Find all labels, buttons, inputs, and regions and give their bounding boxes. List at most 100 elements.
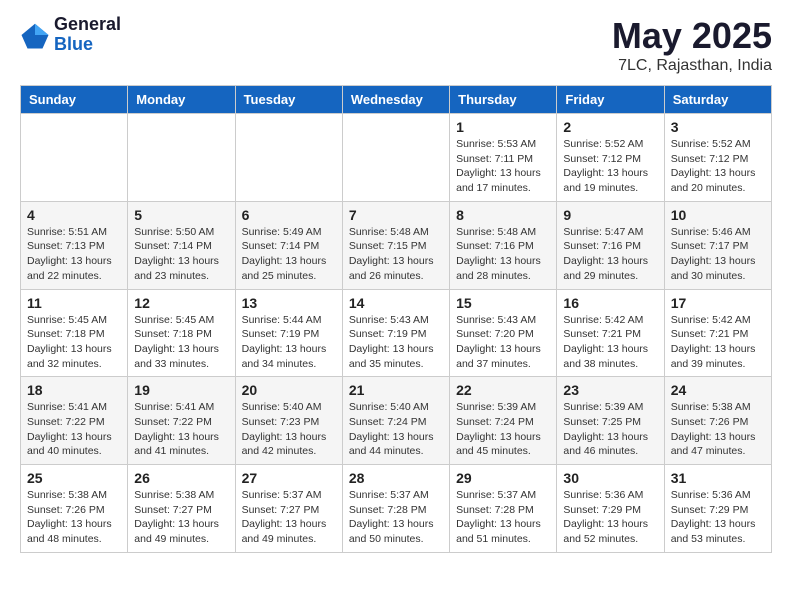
title-area: May 2025 7LC, Rajasthan, India	[612, 15, 772, 75]
day-number: 28	[349, 470, 443, 486]
calendar-cell: 18Sunrise: 5:41 AM Sunset: 7:22 PM Dayli…	[21, 377, 128, 465]
logo-text: General Blue	[54, 15, 121, 55]
header-day-sunday: Sunday	[21, 86, 128, 114]
header-day-monday: Monday	[128, 86, 235, 114]
calendar-cell: 2 Sunrise: 5:52 AM Sunset: 7:12 PM Daylig…	[557, 114, 664, 202]
day-number: 1	[456, 119, 550, 135]
day-number: 9	[563, 207, 657, 223]
day-number: 21	[349, 382, 443, 398]
day-info: Sunrise: 5:44 AM Sunset: 7:19 PM Dayligh…	[242, 313, 336, 372]
day-info: Sunrise: 5:37 AM Sunset: 7:28 PM Dayligh…	[456, 488, 550, 547]
day-number: 22	[456, 382, 550, 398]
calendar-cell	[128, 114, 235, 202]
calendar-cell: 23 Sunrise: 5:39 AM Sunset: 7:25 PM Dayli…	[557, 377, 664, 465]
calendar-cell: 25 Sunrise: 5:38 AM Sunset: 7:26 PM Dayli…	[21, 465, 128, 553]
day-info: Sunrise: 5:45 AM Sunset: 7:18 PM Dayligh…	[134, 313, 228, 372]
day-info: Sunrise: 5:41 AM Sunset: 7:22 PM Dayligh…	[134, 400, 228, 459]
day-number: 7	[349, 207, 443, 223]
day-info: Sunrise: 5:50 AM Sunset: 7:14 PM Dayligh…	[134, 225, 228, 284]
day-number: 4	[27, 207, 121, 223]
day-number: 15	[456, 295, 550, 311]
calendar-cell	[21, 114, 128, 202]
day-info: Sunrise: 5:48 AM Sunset: 7:16 PM Dayligh…	[456, 225, 550, 284]
day-info: Sunrise: 5:36 AM Sunset: 7:29 PM Dayligh…	[563, 488, 657, 547]
day-number: 13	[242, 295, 336, 311]
calendar-cell: 7 Sunrise: 5:48 AM Sunset: 7:15 PM Daylig…	[342, 201, 449, 289]
logo-icon	[20, 20, 50, 50]
week-row-4: 18 Sunrise: 5:41 AM Sunset: 7:22 PM Dayli…	[21, 377, 772, 465]
day-number: 17	[671, 295, 765, 311]
calendar-cell: 5 Sunrise: 5:50 AM Sunset: 7:14 PM Daylig…	[128, 201, 235, 289]
day-number: 14	[349, 295, 443, 311]
day-info: Sunrise: 5:38 AM Sunset: 7:26 PM Dayligh…	[27, 488, 121, 547]
day-info: Sunrise: 5:42 AM Sunset: 7:21 PM Dayligh…	[671, 313, 765, 372]
calendar-cell: 26 Sunrise: 5:38 AM Sunset: 7:27 PM Dayli…	[128, 465, 235, 553]
week-row-2: 4 Sunrise: 5:51 AM Sunset: 7:13 PM Daylig…	[21, 201, 772, 289]
calendar-cell: 13 Sunrise: 5:44 AM Sunset: 7:19 PM Dayli…	[235, 289, 342, 377]
calendar-cell: 9 Sunrise: 5:47 AM Sunset: 7:16 PM Daylig…	[557, 201, 664, 289]
calendar-cell: 14 Sunrise: 5:43 AM Sunset: 7:19 PM Dayli…	[342, 289, 449, 377]
day-number: 31	[671, 470, 765, 486]
calendar-cell: 27 Sunrise: 5:37 AM Sunset: 7:27 PM Dayli…	[235, 465, 342, 553]
day-number: 11	[27, 295, 121, 311]
day-info: Sunrise: 5:38 AM Sunset: 7:26 PM Dayligh…	[671, 400, 765, 459]
month-title: May 2025	[612, 15, 772, 57]
day-number: 25	[27, 470, 121, 486]
day-info: Sunrise: 5:51 AM Sunset: 7:13 PM Dayligh…	[27, 225, 121, 284]
day-number: 27	[242, 470, 336, 486]
header-day-wednesday: Wednesday	[342, 86, 449, 114]
day-number: 24	[671, 382, 765, 398]
page: General Blue May 2025 7LC, Rajasthan, In…	[0, 0, 792, 568]
day-info: Sunrise: 5:37 AM Sunset: 7:27 PM Dayligh…	[242, 488, 336, 547]
day-info: Sunrise: 5:40 AM Sunset: 7:24 PM Dayligh…	[349, 400, 443, 459]
day-info: Sunrise: 5:39 AM Sunset: 7:24 PM Dayligh…	[456, 400, 550, 459]
day-number: 2	[563, 119, 657, 135]
header: General Blue May 2025 7LC, Rajasthan, In…	[20, 15, 772, 75]
day-number: 5	[134, 207, 228, 223]
calendar-cell: 29 Sunrise: 5:37 AM Sunset: 7:28 PM Dayli…	[450, 465, 557, 553]
day-info: Sunrise: 5:42 AM Sunset: 7:21 PM Dayligh…	[563, 313, 657, 372]
calendar-cell: 20 Sunrise: 5:40 AM Sunset: 7:23 PM Dayli…	[235, 377, 342, 465]
day-info: Sunrise: 5:48 AM Sunset: 7:15 PM Dayligh…	[349, 225, 443, 284]
day-info: Sunrise: 5:49 AM Sunset: 7:14 PM Dayligh…	[242, 225, 336, 284]
day-info: Sunrise: 5:52 AM Sunset: 7:12 PM Dayligh…	[563, 137, 657, 196]
calendar-cell: 22 Sunrise: 5:39 AM Sunset: 7:24 PM Dayli…	[450, 377, 557, 465]
calendar-cell	[342, 114, 449, 202]
day-number: 16	[563, 295, 657, 311]
calendar-cell: 1 Sunrise: 5:53 AM Sunset: 7:11 PM Daylig…	[450, 114, 557, 202]
calendar-cell: 21 Sunrise: 5:40 AM Sunset: 7:24 PM Dayli…	[342, 377, 449, 465]
day-info: Sunrise: 5:43 AM Sunset: 7:19 PM Dayligh…	[349, 313, 443, 372]
day-number: 30	[563, 470, 657, 486]
day-number: 6	[242, 207, 336, 223]
calendar-cell: 3Sunrise: 5:52 AM Sunset: 7:12 PM Daylig…	[664, 114, 771, 202]
logo-general: General	[54, 15, 121, 35]
calendar-cell: 12 Sunrise: 5:45 AM Sunset: 7:18 PM Dayli…	[128, 289, 235, 377]
day-number: 26	[134, 470, 228, 486]
header-row: SundayMondayTuesdayWednesdayThursdayFrid…	[21, 86, 772, 114]
day-number: 29	[456, 470, 550, 486]
calendar-cell: 30 Sunrise: 5:36 AM Sunset: 7:29 PM Dayli…	[557, 465, 664, 553]
location-subtitle: 7LC, Rajasthan, India	[612, 57, 772, 75]
logo-blue: Blue	[54, 35, 121, 55]
day-info: Sunrise: 5:39 AM Sunset: 7:25 PM Dayligh…	[563, 400, 657, 459]
day-number: 18	[27, 382, 121, 398]
day-number: 3	[671, 119, 765, 135]
calendar-cell: 19Sunrise: 5:41 AM Sunset: 7:22 PM Dayli…	[128, 377, 235, 465]
calendar-cell: 4 Sunrise: 5:51 AM Sunset: 7:13 PM Daylig…	[21, 201, 128, 289]
day-info: Sunrise: 5:40 AM Sunset: 7:23 PM Dayligh…	[242, 400, 336, 459]
day-number: 10	[671, 207, 765, 223]
header-day-saturday: Saturday	[664, 86, 771, 114]
day-info: Sunrise: 5:38 AM Sunset: 7:27 PM Dayligh…	[134, 488, 228, 547]
day-info: Sunrise: 5:47 AM Sunset: 7:16 PM Dayligh…	[563, 225, 657, 284]
logo: General Blue	[20, 15, 121, 55]
day-number: 23	[563, 382, 657, 398]
day-number: 20	[242, 382, 336, 398]
calendar-cell: 8Sunrise: 5:48 AM Sunset: 7:16 PM Daylig…	[450, 201, 557, 289]
calendar-cell: 17 Sunrise: 5:42 AM Sunset: 7:21 PM Dayli…	[664, 289, 771, 377]
calendar-cell	[235, 114, 342, 202]
header-day-friday: Friday	[557, 86, 664, 114]
day-info: Sunrise: 5:43 AM Sunset: 7:20 PM Dayligh…	[456, 313, 550, 372]
calendar-cell: 11Sunrise: 5:45 AM Sunset: 7:18 PM Dayli…	[21, 289, 128, 377]
day-number: 12	[134, 295, 228, 311]
day-info: Sunrise: 5:53 AM Sunset: 7:11 PM Dayligh…	[456, 137, 550, 196]
